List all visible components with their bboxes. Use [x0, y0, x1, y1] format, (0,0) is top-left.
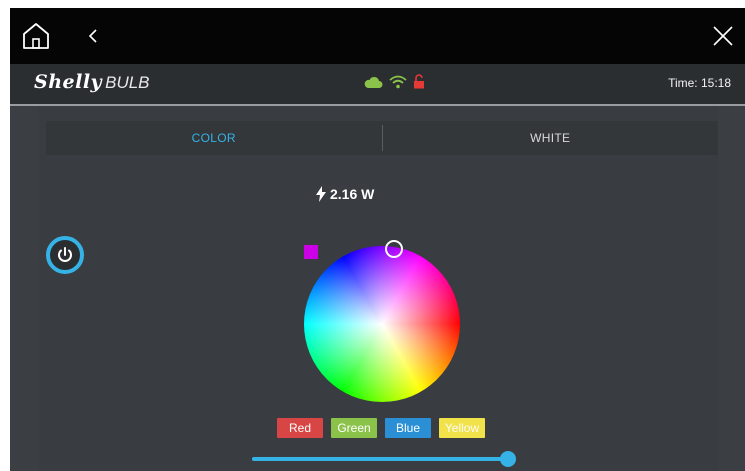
- tab-white[interactable]: WHITE: [383, 121, 719, 155]
- time-display: Time: 15:18: [668, 76, 731, 90]
- preset-green-button[interactable]: Green: [331, 418, 377, 438]
- home-icon[interactable]: [20, 20, 52, 52]
- brand-product: BULB: [105, 73, 150, 92]
- slider-handle[interactable]: [500, 451, 516, 467]
- main-area: COLOR WHITE 2.16 W Red Green Blue Yellow: [10, 106, 745, 471]
- preset-red-button[interactable]: Red: [277, 418, 323, 438]
- brightness-slider[interactable]: [252, 451, 516, 467]
- cloud-icon: [364, 76, 383, 88]
- back-icon[interactable]: [82, 24, 104, 48]
- close-icon[interactable]: [709, 22, 737, 50]
- color-presets: Red Green Blue Yellow: [277, 418, 485, 438]
- brand-name: Shelly: [34, 71, 103, 93]
- color-wheel-marker[interactable]: [385, 240, 403, 258]
- wifi-icon: [389, 75, 407, 88]
- app-header: Shelly BULB Time: 15:18: [10, 64, 745, 106]
- mode-tabs: COLOR WHITE: [46, 121, 718, 155]
- lock-icon: [414, 74, 424, 89]
- power-value: 2.16 W: [330, 186, 375, 202]
- color-wheel[interactable]: [304, 246, 460, 402]
- color-wheel-container: [304, 240, 460, 402]
- preset-yellow-button[interactable]: Yellow: [439, 418, 485, 438]
- power-button[interactable]: [46, 236, 84, 274]
- power-icon: [58, 247, 72, 262]
- tab-color[interactable]: COLOR: [46, 121, 382, 155]
- preset-blue-button[interactable]: Blue: [385, 418, 431, 438]
- slider-fill: [252, 457, 508, 461]
- status-icons: [363, 74, 425, 89]
- top-bar: [10, 8, 745, 64]
- brand-logo: Shelly BULB: [34, 71, 150, 97]
- lightning-icon: [316, 186, 326, 202]
- power-reading: 2.16 W: [316, 186, 374, 202]
